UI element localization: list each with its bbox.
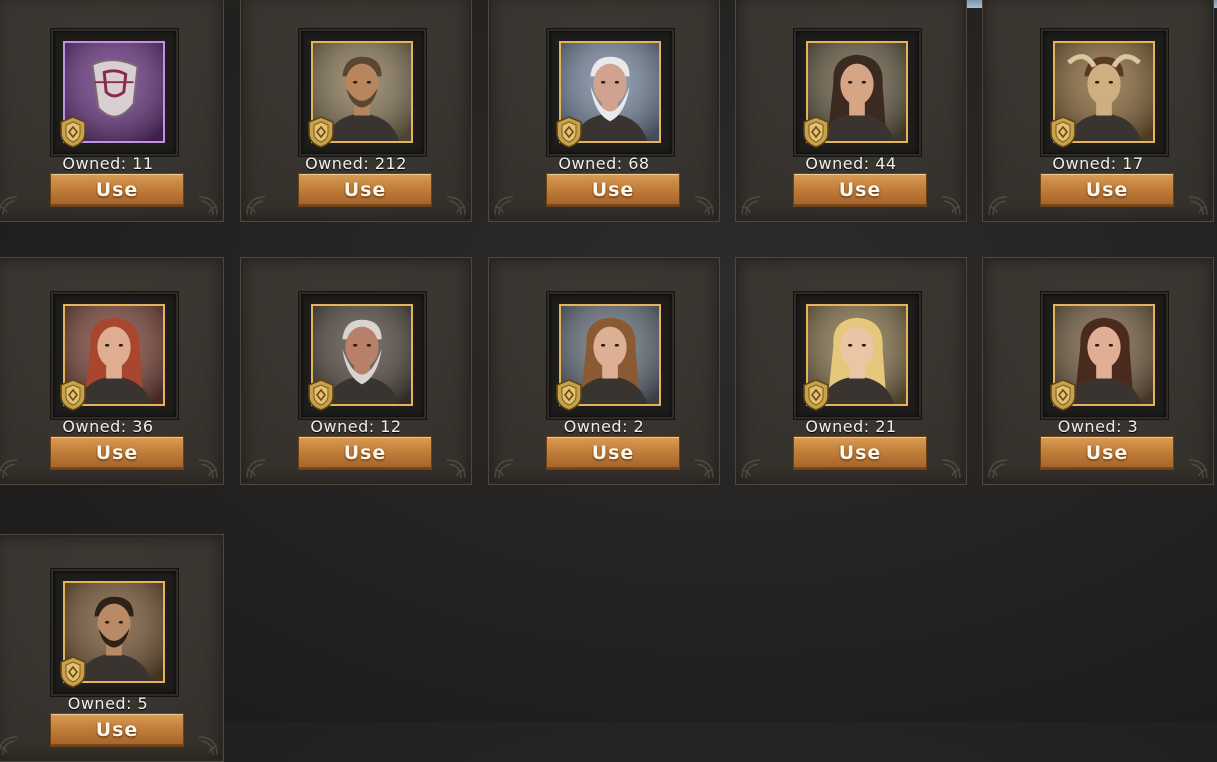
ornament-corner-icon: [1187, 458, 1209, 480]
item-icon-frame[interactable]: [1041, 292, 1168, 419]
item-card: Owned: 44 Use: [735, 0, 967, 222]
item-icon-frame[interactable]: [794, 292, 921, 419]
item-card: Owned: 36 Use: [0, 257, 224, 485]
item-card: Owned: 5 Use: [0, 534, 224, 762]
use-button[interactable]: Use: [1040, 173, 1174, 207]
shield-badge-icon: [802, 116, 830, 148]
ornament-corner-icon: [445, 458, 467, 480]
use-button[interactable]: Use: [793, 173, 927, 207]
ornament-corner-icon: [0, 458, 19, 480]
use-button[interactable]: Use: [50, 713, 184, 747]
shield-badge-icon: [1049, 379, 1077, 411]
ornament-corner-icon: [940, 195, 962, 217]
owned-count: Owned: 21: [805, 417, 897, 436]
shield-badge-icon: [59, 379, 87, 411]
item-card: Owned: 2 Use: [488, 257, 720, 485]
ornament-corner-icon: [693, 458, 715, 480]
ornament-corner-icon: [1187, 195, 1209, 217]
owned-count: Owned: 44: [805, 154, 897, 173]
ornament-corner-icon: [197, 458, 219, 480]
item-icon-frame[interactable]: [299, 292, 426, 419]
item-icon-frame[interactable]: [794, 29, 921, 156]
item-card: Owned: 3 Use: [982, 257, 1214, 485]
shield-badge-icon: [59, 656, 87, 688]
ornament-corner-icon: [0, 735, 19, 757]
use-button[interactable]: Use: [546, 173, 680, 207]
shield-badge-icon: [1049, 116, 1077, 148]
use-button[interactable]: Use: [298, 436, 432, 470]
use-button[interactable]: Use: [50, 436, 184, 470]
item-icon-frame[interactable]: [299, 29, 426, 156]
item-card: Owned: 11 Use: [0, 0, 224, 222]
item-icon-frame[interactable]: [51, 29, 178, 156]
use-button[interactable]: Use: [298, 173, 432, 207]
use-button[interactable]: Use: [50, 173, 184, 207]
item-icon-frame[interactable]: [547, 292, 674, 419]
owned-count: Owned: 3: [1057, 417, 1139, 436]
shield-badge-icon: [307, 379, 335, 411]
shield-badge-icon: [555, 116, 583, 148]
use-button[interactable]: Use: [546, 436, 680, 470]
owned-count: Owned: 12: [310, 417, 402, 436]
owned-count: Owned: 2: [563, 417, 645, 436]
shield-badge-icon: [307, 116, 335, 148]
ornament-corner-icon: [197, 735, 219, 757]
ornament-corner-icon: [987, 458, 1009, 480]
ornament-corner-icon: [445, 195, 467, 217]
item-card: Owned: 12 Use: [240, 257, 472, 485]
ornament-corner-icon: [740, 458, 762, 480]
shield-badge-icon: [555, 379, 583, 411]
item-icon-frame[interactable]: [51, 569, 178, 696]
use-button[interactable]: Use: [793, 436, 927, 470]
ornament-corner-icon: [245, 458, 267, 480]
ornament-corner-icon: [493, 458, 515, 480]
ornament-corner-icon: [493, 195, 515, 217]
owned-count: Owned: 36: [62, 417, 154, 436]
ornament-corner-icon: [0, 195, 19, 217]
shield-badge-icon: [59, 116, 87, 148]
item-card: Owned: 68 Use: [488, 0, 720, 222]
item-card: Owned: 17 Use: [982, 0, 1214, 222]
owned-count: Owned: 11: [62, 154, 154, 173]
ornament-corner-icon: [740, 195, 762, 217]
item-icon-frame[interactable]: [547, 29, 674, 156]
owned-count: Owned: 5: [67, 694, 149, 713]
ornament-corner-icon: [245, 195, 267, 217]
owned-count: Owned: 68: [558, 154, 650, 173]
item-icon-frame[interactable]: [1041, 29, 1168, 156]
shield-badge-icon: [802, 379, 830, 411]
owned-count: Owned: 17: [1052, 154, 1144, 173]
ornament-corner-icon: [987, 195, 1009, 217]
owned-count: Owned: 212: [305, 154, 407, 173]
use-button[interactable]: Use: [1040, 436, 1174, 470]
ornament-corner-icon: [197, 195, 219, 217]
item-icon-frame[interactable]: [51, 292, 178, 419]
item-card: Owned: 212 Use: [240, 0, 472, 222]
ornament-corner-icon: [940, 458, 962, 480]
ornament-corner-icon: [693, 195, 715, 217]
item-card: Owned: 21 Use: [735, 257, 967, 485]
